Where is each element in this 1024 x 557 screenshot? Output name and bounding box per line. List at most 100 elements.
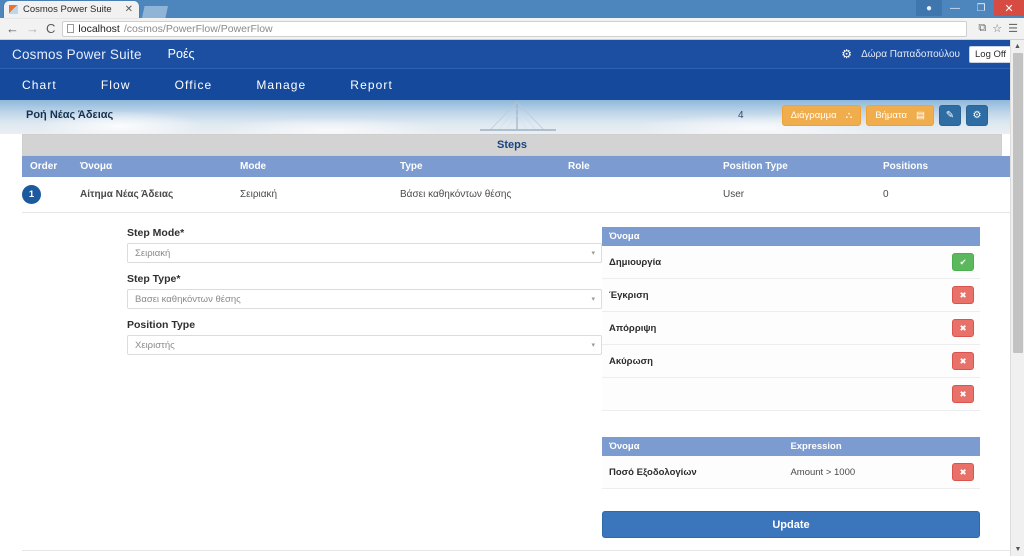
list-item[interactable]: Δημιουργία ✔ — [602, 246, 980, 279]
field-position-type: Position Type Χειριστής ▾ — [127, 319, 602, 355]
banner-actions: Διάγραμμα ⛬ Βήματα ▤ ✎ ⚙ — [781, 105, 988, 126]
step-count: 4 — [738, 110, 744, 121]
action-remove-button[interactable]: ✖ — [952, 385, 974, 403]
step-detail-section: Step Mode* Σειριακή ▾ Step Type* Βασει κ… — [22, 213, 1002, 538]
action-name — [602, 377, 791, 411]
nav-item-flow[interactable]: Flow — [79, 69, 153, 101]
nav-item-chart[interactable]: Chart — [14, 69, 79, 101]
log-off-button[interactable]: Log Off — [969, 45, 1012, 63]
expressions-table-body: Ποσό Εξοδολογίων Amount > 1000 ✖ — [602, 456, 980, 489]
diagram-button[interactable]: Διάγραμμα ⛬ — [781, 105, 862, 126]
cell-order: 2 — [22, 550, 80, 556]
back-icon[interactable]: ← — [6, 22, 19, 35]
tab-title: Cosmos Power Suite — [23, 4, 112, 15]
list-item[interactable]: Ποσό Εξοδολογίων Amount > 1000 ✖ — [602, 456, 980, 489]
expressions-header-row: Όνομα Expression — [602, 437, 980, 456]
new-tab-button[interactable] — [142, 6, 168, 18]
scroll-up-arrow[interactable]: ▲ — [1011, 40, 1024, 53]
chevron-down-icon: ▾ — [591, 342, 595, 349]
actions-table: Όνομα Δημιουργία ✔ Έγκριση ✖ Απόρριψη ✖ … — [602, 227, 980, 411]
steps-table: Order Όνομα Mode Type Role Position Type… — [22, 156, 1024, 213]
cell-position-type: User — [723, 177, 883, 213]
browser-tab[interactable]: Cosmos Power Suite ✕ — [4, 1, 139, 18]
steps-button[interactable]: Βήματα ▤ — [866, 105, 934, 126]
main-navigation: Chart Flow Office Manage Report — [0, 68, 1024, 100]
toolbar-right-icons: ⧉ ☆ ☰ — [974, 22, 1018, 35]
menu-icon[interactable]: ☰ — [1008, 22, 1018, 35]
order-badge: 1 — [22, 185, 41, 204]
scrollbar-thumb[interactable] — [1013, 53, 1023, 353]
action-remove-button[interactable]: ✖ — [952, 319, 974, 337]
chevron-down-icon: ▾ — [591, 250, 595, 257]
col-header-type: Type — [400, 156, 568, 177]
action-confirm-button[interactable]: ✔ — [952, 253, 974, 271]
table-row[interactable]: 1 Αίτημα Νέας Άδειας Σειριακή Βάσει καθη… — [22, 177, 1024, 213]
expressions-table: Όνομα Expression Ποσό Εξοδολογίων Amount… — [602, 437, 980, 489]
step-type-select[interactable]: Βασει καθηκόντων θέσης ▾ — [127, 289, 602, 309]
cell-order: 1 — [22, 177, 80, 213]
expressions-table-head: Όνομα Expression — [602, 437, 980, 456]
minimize-button[interactable]: — — [942, 0, 968, 16]
gear-icon[interactable]: ⚙ — [841, 47, 852, 61]
page-title: Ροές — [167, 47, 195, 61]
address-bar[interactable]: localhost/cosmos/PowerFlow/PowerFlow — [62, 20, 968, 37]
copy-icon[interactable]: ⧉ — [978, 22, 986, 35]
close-icon[interactable]: ✕ — [125, 4, 133, 15]
list-item[interactable]: Έγκριση ✖ — [602, 278, 980, 312]
forward-icon[interactable]: → — [26, 22, 39, 35]
app-brand[interactable]: Cosmos Power Suite — [12, 47, 142, 62]
expression-remove-button[interactable]: ✖ — [952, 463, 974, 481]
table-row[interactable]: 2 Έγκριση από Υπεύθυνο Τμήματος Σειριακή… — [22, 550, 1024, 556]
nav-item-office[interactable]: Office — [153, 69, 235, 101]
step-mode-select[interactable]: Σειριακή ▾ — [127, 243, 602, 263]
cell-role — [568, 177, 723, 213]
position-type-value: Χειριστής — [135, 339, 175, 351]
username-label: Δώρα Παπαδοπούλου — [861, 48, 960, 60]
window-controls: ● — ❐ ✕ — [916, 0, 1024, 16]
field-step-mode: Step Mode* Σειριακή ▾ — [127, 227, 602, 263]
cell-role — [568, 550, 723, 556]
position-type-label: Position Type — [127, 319, 196, 331]
scroll-down-arrow[interactable]: ▼ — [1011, 543, 1024, 556]
reload-icon[interactable]: C — [46, 22, 55, 35]
step-detail-form: Step Mode* Σειριακή ▾ Step Type* Βασει κ… — [22, 227, 602, 538]
bridge-illustration-icon — [480, 101, 556, 131]
nav-item-report[interactable]: Report — [328, 69, 415, 101]
list-item[interactable]: Ακύρωση ✖ — [602, 344, 980, 378]
action-remove-button[interactable]: ✖ — [952, 352, 974, 370]
field-step-type: Step Type* Βασει καθηκόντων θέσης ▾ — [127, 273, 602, 309]
flow-title: Ροή Νέας Άδειας — [26, 109, 114, 121]
actions-table-head: Όνομα — [602, 227, 980, 246]
flow-settings-button[interactable]: ⚙ — [966, 105, 988, 126]
window-close-button[interactable]: ✕ — [994, 0, 1024, 16]
page-info-icon — [67, 24, 75, 33]
update-button[interactable]: Update — [602, 511, 980, 538]
user-profile-icon[interactable]: ● — [916, 0, 942, 16]
position-type-select[interactable]: Χειριστής ▾ — [127, 335, 602, 355]
page-scrollbar[interactable]: ▲ ▼ — [1010, 40, 1024, 556]
content-area: Steps Order Όνομα Mode Type Role Positio… — [0, 134, 1024, 556]
action-name: Έγκριση — [602, 278, 791, 312]
topbar-right: ⚙ Δώρα Παπαδοπούλου Log Off — [841, 45, 1012, 63]
list-item[interactable]: Απόρριψη ✖ — [602, 311, 980, 345]
bookmark-star-icon[interactable]: ☆ — [992, 22, 1002, 35]
action-cell: ✔ — [791, 246, 980, 279]
steps-panel-heading: Steps — [22, 134, 1002, 156]
list-icon: ▤ — [916, 110, 925, 121]
nav-item-manage[interactable]: Manage — [234, 69, 328, 101]
step-type-label: Step Type* — [127, 273, 181, 285]
step-mode-value: Σειριακή — [135, 247, 171, 259]
edit-flow-button[interactable]: ✎ — [939, 105, 961, 126]
steps-table-body: 1 Αίτημα Νέας Άδειας Σειριακή Βάσει καθη… — [22, 177, 1024, 213]
application-viewport: ▲ ▼ Cosmos Power Suite Ροές ⚙ Δώρα Παπαδ… — [0, 40, 1024, 556]
chevron-down-icon: ▾ — [591, 296, 595, 303]
page-banner: Ροή Νέας Άδειας 4 Διάγραμμα ⛬ Βήματα ▤ ✎… — [0, 100, 1024, 134]
steps-button-label: Βήματα — [875, 110, 908, 121]
list-item[interactable]: ✖ — [602, 377, 980, 411]
expr-col-header-name: Όνομα — [602, 437, 784, 456]
maximize-button[interactable]: ❐ — [968, 0, 994, 16]
action-remove-button[interactable]: ✖ — [952, 286, 974, 304]
col-header-position-type: Position Type — [723, 156, 883, 177]
action-name: Ακύρωση — [602, 344, 791, 378]
gear-icon: ⚙ — [972, 110, 982, 121]
